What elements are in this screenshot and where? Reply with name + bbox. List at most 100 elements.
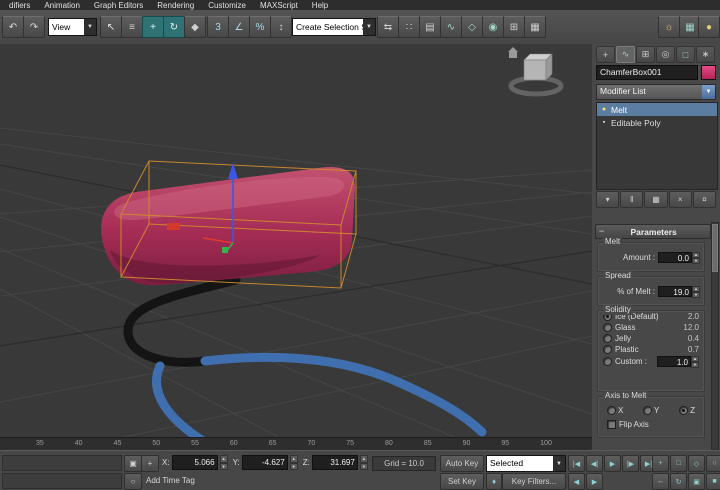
- coordinate-field[interactable]: Y: -4.627 ▲▼: [233, 455, 298, 470]
- field-of-view-icon[interactable]: ■: [706, 473, 720, 490]
- custom-solidity-spinner[interactable]: 1.0 ▲▼: [657, 356, 699, 367]
- spinner-arrows-icon[interactable]: ▲▼: [220, 455, 228, 470]
- select-and-scale-icon[interactable]: ◆: [184, 16, 206, 38]
- previous-key-button[interactable]: ◀: [568, 473, 585, 490]
- tab-display[interactable]: □: [676, 46, 695, 63]
- spinner-arrows-icon[interactable]: ▲▼: [692, 286, 700, 297]
- menu-item[interactable]: Help: [305, 0, 335, 10]
- object-name-field[interactable]: ChamferBox001: [596, 65, 698, 80]
- key-mode-dropdown[interactable]: Selected ▼: [486, 455, 566, 472]
- spinner-arrows-icon[interactable]: ▲▼: [290, 455, 298, 470]
- zoom-all-icon[interactable]: □: [670, 455, 687, 472]
- axis-option[interactable]: X: [607, 406, 623, 415]
- solidity-option[interactable]: Plastic 0.7: [598, 344, 704, 355]
- pan-icon[interactable]: ↔: [652, 473, 669, 490]
- menu-item[interactable]: Rendering: [150, 0, 201, 10]
- go-to-start-button[interactable]: |◀: [568, 455, 585, 472]
- menu-item[interactable]: Customize: [201, 0, 253, 10]
- prompt-line[interactable]: [2, 473, 122, 489]
- remove-modifier-button[interactable]: ×: [669, 191, 692, 208]
- zoom-icon[interactable]: +: [652, 455, 669, 472]
- radio-icon[interactable]: [607, 406, 616, 415]
- zoom-region-icon[interactable]: ○: [706, 455, 720, 472]
- perspective-viewport[interactable]: [0, 44, 593, 437]
- mirror-icon[interactable]: ⇆: [377, 16, 399, 38]
- angle-snap-icon[interactable]: ∠: [228, 16, 250, 38]
- add-time-tag[interactable]: Add Time Tag: [146, 476, 195, 485]
- checkbox-icon[interactable]: [607, 420, 616, 429]
- redo-icon[interactable]: ↷: [23, 16, 45, 38]
- auto-key-button[interactable]: Auto Key: [440, 455, 484, 472]
- chamferbox-object[interactable]: [101, 167, 355, 285]
- tab-create[interactable]: +: [596, 46, 615, 63]
- show-end-result-button[interactable]: ‖: [620, 191, 643, 208]
- radio-icon[interactable]: [603, 334, 612, 343]
- spinner-arrows-icon[interactable]: ▲▼: [691, 356, 699, 367]
- align-icon[interactable]: ∷: [398, 16, 420, 38]
- radio-icon[interactable]: [603, 357, 612, 366]
- axis-option[interactable]: Y: [643, 406, 659, 415]
- previous-frame-button[interactable]: ◀|: [586, 455, 603, 472]
- tab-hierarchy[interactable]: ⊞: [636, 46, 655, 63]
- flip-axis-option[interactable]: Flip Axis: [598, 417, 704, 432]
- maximize-viewport-icon[interactable]: ▣: [688, 473, 705, 490]
- x-axis-handle[interactable]: [167, 223, 180, 230]
- coordinate-field[interactable]: X: 5.066 ▲▼: [162, 455, 228, 470]
- material-editor-icon[interactable]: ◉: [482, 16, 504, 38]
- schematic-view-icon[interactable]: ◇: [461, 16, 483, 38]
- menu-item[interactable]: difiers: [2, 0, 37, 10]
- scrollbar-thumb[interactable]: [712, 224, 718, 272]
- absolute-offset-toggle[interactable]: +: [141, 455, 159, 472]
- tab-utilities[interactable]: ∗: [696, 46, 715, 63]
- next-key-button[interactable]: ▶: [586, 473, 603, 490]
- make-unique-button[interactable]: ▦: [644, 191, 667, 208]
- stack-item-melt[interactable]: ● Melt: [597, 103, 717, 116]
- select-by-name-icon[interactable]: ≡: [121, 16, 143, 38]
- next-frame-button[interactable]: |▶: [622, 455, 639, 472]
- stack-item-editable-poly[interactable]: ▪ Editable Poly: [597, 116, 717, 129]
- tab-motion[interactable]: ◎: [656, 46, 675, 63]
- set-key-button[interactable]: Set Key: [440, 473, 484, 490]
- spinner-arrows-icon[interactable]: ▲▼: [360, 455, 368, 470]
- configure-modifier-sets-button[interactable]: ¤: [693, 191, 716, 208]
- menu-item[interactable]: Animation: [37, 0, 87, 10]
- solidity-option[interactable]: Glass 12.0: [598, 322, 704, 333]
- spinner-arrows-icon[interactable]: ▲▼: [692, 252, 700, 263]
- render-production-icon[interactable]: ●: [698, 16, 720, 38]
- select-and-rotate-icon[interactable]: ↻: [163, 16, 185, 38]
- undo-icon[interactable]: ↶: [2, 16, 24, 38]
- axis-option[interactable]: Z: [679, 406, 695, 415]
- graphite-ribbon-icon[interactable]: ⊞: [503, 16, 525, 38]
- viewport-canvas[interactable]: [0, 44, 592, 437]
- snap-toggle-icon[interactable]: 3: [207, 16, 229, 38]
- percent-snap-icon[interactable]: %: [249, 16, 271, 38]
- radio-icon[interactable]: [603, 345, 612, 354]
- play-button[interactable]: ▶: [604, 455, 621, 472]
- scene-explorer-icon[interactable]: ▦: [524, 16, 546, 38]
- orbit-icon[interactable]: ↻: [670, 473, 687, 490]
- spinner-snap-icon[interactable]: ↕: [270, 16, 292, 38]
- spline-object[interactable]: [128, 280, 482, 437]
- home-icon[interactable]: [508, 47, 518, 58]
- coordinate-field[interactable]: Z: 31.697 ▲▼: [303, 455, 368, 470]
- zoom-extents-icon[interactable]: ◇: [688, 455, 705, 472]
- menu-item[interactable]: Graph Editors: [87, 0, 150, 10]
- render-setup-icon[interactable]: ☼: [658, 16, 680, 38]
- key-filters-button[interactable]: Key Filters...: [502, 473, 566, 490]
- select-object-icon[interactable]: ↖: [100, 16, 122, 38]
- panel-scrollbar[interactable]: [711, 222, 719, 450]
- maxscript-mini-listener[interactable]: [2, 455, 122, 471]
- layer-manager-icon[interactable]: ▤: [419, 16, 441, 38]
- selection-lock-toggle[interactable]: ▣: [124, 455, 142, 472]
- key-icon[interactable]: ♦: [486, 473, 502, 490]
- modifier-list-dropdown[interactable]: Modifier List ▼: [596, 84, 716, 100]
- object-color-swatch[interactable]: [701, 65, 716, 80]
- tab-modify[interactable]: ∿: [616, 46, 635, 63]
- radio-icon[interactable]: [679, 406, 688, 415]
- time-tag-icon[interactable]: ○: [124, 473, 142, 490]
- view-cube[interactable]: [511, 54, 561, 94]
- reference-coordinate-dropdown[interactable]: View ▼: [48, 18, 97, 36]
- amount-spinner[interactable]: 0.0 ▲▼: [658, 252, 700, 263]
- menu-item[interactable]: MAXScript: [253, 0, 305, 10]
- curve-editor-icon[interactable]: ∿: [440, 16, 462, 38]
